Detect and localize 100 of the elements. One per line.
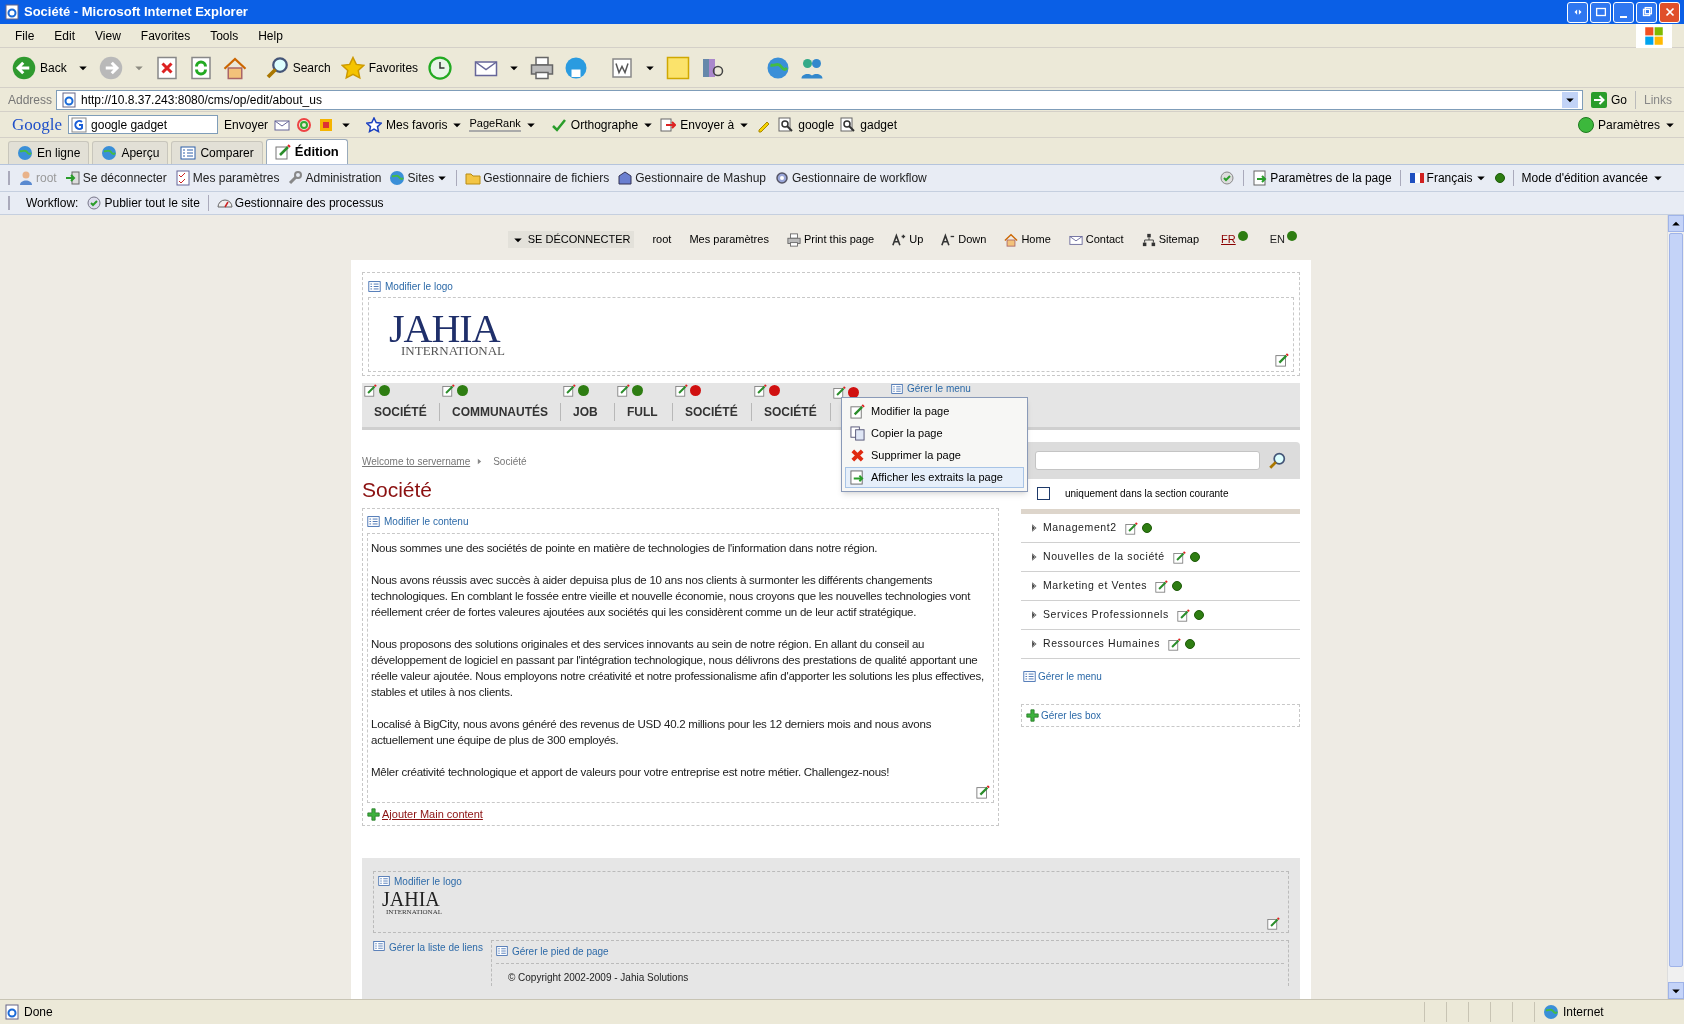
toolbar-button[interactable]: Administration	[287, 169, 382, 187]
toolbar-button[interactable]: Se déconnecter	[64, 169, 167, 187]
send-button[interactable]: Envoyer	[224, 115, 269, 134]
breadcrumb-link[interactable]: Welcome to servername	[362, 454, 471, 469]
manage-footer-link[interactable]: Gérer le pied de page	[495, 943, 1284, 959]
tab[interactable]: En ligne	[8, 141, 90, 164]
sidebar-link[interactable]: Management2	[1043, 520, 1117, 536]
toolbar-button[interactable]: Publier tout le site	[86, 194, 200, 212]
toolbar-button[interactable]: Gestionnaire de workflow	[774, 169, 927, 187]
edit-icon[interactable]	[833, 385, 846, 399]
layout-toggle-button[interactable]	[1567, 1, 1588, 23]
house-icon[interactable]	[222, 55, 247, 80]
edit-icon[interactable]	[754, 383, 767, 397]
edit-icon[interactable]	[1124, 521, 1138, 535]
stop-icon[interactable]	[154, 55, 179, 80]
edit-icon[interactable]	[1172, 550, 1186, 564]
tab[interactable]: Comparer	[171, 141, 263, 164]
menu-item[interactable]: Help	[255, 26, 286, 45]
printer-icon[interactable]	[530, 55, 555, 80]
settings-button[interactable]: Paramètres	[1577, 115, 1676, 134]
top-link[interactable]: Print this page	[786, 231, 875, 248]
menu-item[interactable]: Tools	[207, 26, 242, 45]
nav-link[interactable]: SOCIÉTÉ	[374, 403, 427, 421]
edit-content-link[interactable]: Modifier le contenu	[367, 514, 994, 529]
nav-link[interactable]: FULL	[627, 403, 658, 421]
nav-link[interactable]: SOCIÉTÉ	[764, 403, 817, 421]
address-field[interactable]: http://10.8.37.243:8080/cms/op/edit/about_us	[56, 89, 1583, 110]
menu-item[interactable]: File	[12, 26, 38, 45]
edit-icon[interactable]	[617, 383, 630, 397]
top-link[interactable]: Home	[1004, 231, 1051, 248]
nav-link[interactable]: SOCIÉTÉ	[685, 403, 738, 421]
edit-logo-link[interactable]: Modifier le logo	[368, 279, 1294, 294]
close-button[interactable]	[1659, 1, 1680, 23]
top-link[interactable]: Contact	[1068, 231, 1124, 248]
toolbar-button[interactable]: Mes paramètres	[174, 169, 280, 187]
highlight-button[interactable]: gadget	[840, 115, 897, 134]
refresh-icon[interactable]	[188, 55, 213, 80]
search-button[interactable]: Search	[264, 55, 331, 80]
toolbar-button[interactable]: Gestionnaire des processus	[216, 194, 384, 212]
favorites-button[interactable]: Favorites	[340, 55, 419, 80]
language-button[interactable]: Français	[1408, 169, 1487, 187]
edit-icon[interactable]	[563, 383, 576, 397]
sidebar-link[interactable]: Marketing et Ventes	[1043, 578, 1148, 594]
sidebar-link[interactable]: Services Professionnels	[1043, 607, 1169, 623]
pagerank-button[interactable]: PageRank	[469, 117, 537, 132]
toolbar-button[interactable]: Gestionnaire de fichiers	[465, 169, 610, 187]
edit-icon[interactable]	[1168, 637, 1182, 651]
edit-icon[interactable]	[1275, 353, 1289, 367]
toolbar-button[interactable]: Gestionnaire de Mashup	[617, 169, 766, 187]
spellcheck-button[interactable]: Orthographe	[550, 115, 655, 134]
top-link[interactable]: Mes paramètres	[689, 231, 769, 248]
favorites-button[interactable]: Mes favoris	[366, 115, 464, 134]
top-link[interactable]: Down	[941, 231, 987, 248]
edit-logo-link[interactable]: Modifier le logo	[378, 873, 1284, 889]
logout-link[interactable]: SE DÉCONNECTER	[507, 231, 635, 248]
toolbar-button[interactable]: Paramètres de la page	[1252, 169, 1392, 187]
search-field[interactable]	[1035, 451, 1260, 470]
globe-icon[interactable]	[766, 55, 791, 80]
toolbar-button[interactable]: Sites	[389, 169, 449, 187]
sidebar-link[interactable]: Ressources Humaines	[1043, 636, 1161, 652]
sidebar-link[interactable]: Nouvelles de la société	[1043, 549, 1165, 565]
scrollbar[interactable]	[1667, 215, 1684, 999]
minimize-button[interactable]	[1613, 1, 1634, 23]
edit-icon[interactable]	[364, 383, 377, 397]
tab[interactable]: Édition	[265, 139, 348, 164]
menu-item[interactable]: Favorites	[137, 26, 194, 45]
send-to-button[interactable]: Envoyer à	[660, 115, 751, 134]
search-icon[interactable]	[1268, 451, 1286, 470]
checkbox[interactable]	[1037, 486, 1050, 500]
edit-icon[interactable]	[675, 383, 688, 397]
menu-item[interactable]: Supprimer la page	[845, 445, 1024, 466]
window-switch-button[interactable]	[1590, 1, 1611, 23]
go-button[interactable]: Go	[1586, 90, 1631, 109]
back-button[interactable]: Back	[12, 55, 67, 80]
nav-link[interactable]: COMMUNAUTÉS	[452, 403, 548, 421]
clock-icon[interactable]	[428, 55, 453, 80]
tab[interactable]: Aperçu	[92, 141, 169, 164]
edit-icon[interactable]	[442, 383, 455, 397]
sync-icon[interactable]	[1219, 170, 1236, 186]
menu-item[interactable]: Afficher les extraits la page	[845, 467, 1024, 488]
edit-icon[interactable]	[1176, 608, 1190, 622]
nav-link[interactable]: JOB	[573, 403, 598, 421]
menu-item[interactable]: Modifier la page	[845, 401, 1024, 422]
manage-links-link[interactable]: Gérer la liste de liens	[373, 939, 483, 955]
top-link[interactable]: Up	[892, 231, 924, 248]
search-field[interactable]: google gadget	[68, 115, 219, 134]
edit-icon[interactable]	[1155, 579, 1169, 593]
top-link[interactable]: Sitemap	[1141, 231, 1200, 248]
menu-item[interactable]: View	[92, 26, 124, 45]
document-icon[interactable]	[610, 55, 635, 80]
edit-icon[interactable]	[1267, 916, 1280, 930]
manage-boxes-link[interactable]: Gérer les box	[1026, 708, 1102, 723]
highlight-button[interactable]: google	[778, 115, 835, 134]
menu-item[interactable]: Edit	[51, 26, 79, 45]
mode-button[interactable]: Mode d'édition avancée	[1521, 169, 1664, 187]
language-link[interactable]: FR	[1221, 231, 1248, 248]
manage-menu-link[interactable]: Gérer le menu	[1023, 669, 1300, 684]
language-link[interactable]: EN	[1269, 231, 1297, 248]
manage-menu-link[interactable]: Gérer le menu	[891, 381, 971, 396]
maximize-button[interactable]	[1636, 1, 1657, 23]
